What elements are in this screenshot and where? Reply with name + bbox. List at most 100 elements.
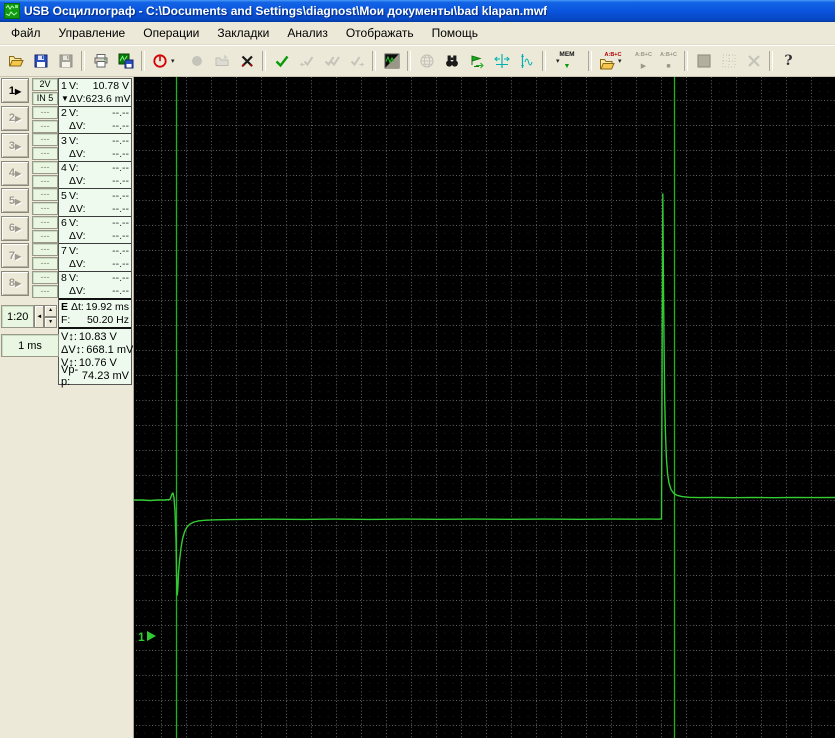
toolbar-separator xyxy=(588,51,592,71)
set-marker-button[interactable] xyxy=(464,50,489,73)
channel-8-range[interactable]: --- xyxy=(32,270,58,284)
export-image-button[interactable] xyxy=(113,50,138,73)
channel-arrow-icon: ▶ xyxy=(14,114,22,123)
channel-2-input[interactable]: --- xyxy=(32,119,58,133)
channel-readouts: 1 V: 10.78 V ▼ ΔV: 623.6 mV 2 V: --.-- ΔV: --.-- 3 V… xyxy=(59,79,131,300)
v-label: V: xyxy=(69,162,79,174)
channel-7-button[interactable]: 7▶ xyxy=(1,243,29,268)
memory-button[interactable]: MEM ▼ ▾ xyxy=(549,50,585,73)
horizontal-cursors-button[interactable] xyxy=(489,50,514,73)
toolbar-separator xyxy=(262,51,266,71)
help-button[interactable]: ? xyxy=(776,50,801,73)
channel-number: 8 xyxy=(61,272,67,284)
dv-label: ΔV: xyxy=(69,230,86,242)
menu-item-help[interactable]: Помощь xyxy=(423,23,487,43)
stat-row: Vp-p: 74.23 mV xyxy=(61,364,129,388)
open-file-button[interactable] xyxy=(3,50,28,73)
probe-scale-value[interactable]: 1:20 xyxy=(1,305,35,328)
menu-item-operations[interactable]: Операции xyxy=(134,23,208,43)
dv-label: ΔV: xyxy=(69,120,86,132)
channel-4-button[interactable]: 4▶ xyxy=(1,160,29,186)
clear-button xyxy=(741,50,766,73)
dt-label: Δt: xyxy=(70,301,84,314)
freq-value: 50.20 Hz xyxy=(86,313,129,326)
save-fragment-button xyxy=(53,50,78,73)
delete-marked-button[interactable] xyxy=(234,50,259,73)
dropdown-arrow-icon[interactable]: ▾ xyxy=(618,57,622,65)
channel-6-range[interactable]: --- xyxy=(32,215,58,229)
dv-value: --.-- xyxy=(112,230,129,242)
printer-icon xyxy=(93,53,109,69)
stats-block: V↕: 10.83 V ΔV↕: 668.1 mV V↕: 10.76 V Vp-p:… xyxy=(59,329,133,388)
channel-arrow-icon: ▶ xyxy=(14,279,22,288)
channel-1-trace xyxy=(134,193,835,596)
scale-left-button[interactable]: ◄ xyxy=(34,305,45,328)
channel-1-input[interactable]: IN 5 xyxy=(32,92,58,105)
channel-5-range[interactable]: --- xyxy=(32,188,58,201)
scale-down-button[interactable]: ▼ xyxy=(44,316,57,328)
channel-3-button[interactable]: 3▶ xyxy=(1,133,29,158)
menu-item-analysis[interactable]: Анализ xyxy=(278,23,337,43)
print-button[interactable] xyxy=(88,50,113,73)
channel-5-input[interactable]: --- xyxy=(32,202,58,215)
channel-8-button[interactable]: 8▶ xyxy=(1,270,29,296)
v-label: V: xyxy=(69,189,79,202)
plot-area[interactable]: 1 xyxy=(134,77,835,738)
channel-6-button[interactable]: 6▶ xyxy=(1,215,29,241)
channel-number: 6 xyxy=(61,217,67,229)
confirm-check-button[interactable] xyxy=(269,50,294,73)
globe-icon xyxy=(419,53,435,69)
dv-value: --.-- xyxy=(112,257,129,270)
snapshot-icon xyxy=(214,53,230,69)
grid-settings-button xyxy=(716,50,741,73)
v-value: --.-- xyxy=(112,217,129,229)
abc-load-label: A:B+C xyxy=(604,51,622,58)
channel-6-input[interactable]: --- xyxy=(32,229,58,243)
dv-value: 623.6 mV xyxy=(85,92,131,105)
channel-4-range[interactable]: --- xyxy=(32,160,58,174)
timebase-display[interactable]: 1 ms xyxy=(1,334,59,357)
v-value: --.-- xyxy=(112,272,129,284)
dv-label: ΔV: xyxy=(69,257,86,270)
abc-stop-glyph: ■ xyxy=(666,62,671,70)
power-icon xyxy=(152,53,168,69)
channel-4-input[interactable]: --- xyxy=(32,174,58,188)
search-button[interactable] xyxy=(439,50,464,73)
channel-1-ground-marker-label[interactable]: 1 xyxy=(138,630,145,644)
stat-value: 10.76 V xyxy=(78,356,117,369)
stat-label: ΔV↕: xyxy=(61,343,85,356)
save-file-button[interactable] xyxy=(28,50,53,73)
menu-item-bookmarks[interactable]: Закладки xyxy=(208,23,278,43)
abc-load-button[interactable]: A:B+C ▾ xyxy=(595,50,631,73)
scale-up-button[interactable]: ▲ xyxy=(44,305,57,317)
toolbar-separator xyxy=(141,51,145,71)
channel-1-ground-marker-icon[interactable] xyxy=(147,631,156,641)
dropdown-arrow-icon[interactable]: ▾ xyxy=(171,57,175,65)
dv-value: --.-- xyxy=(112,120,129,132)
menu-item-control[interactable]: Управление xyxy=(50,23,135,43)
channel-3-input[interactable]: --- xyxy=(32,147,58,160)
display-mode-button[interactable] xyxy=(379,50,404,73)
channel-7-input[interactable]: --- xyxy=(32,257,58,270)
channel-1-button[interactable]: 1▶ xyxy=(1,78,29,103)
menu-item-view[interactable]: Отображать xyxy=(337,23,423,43)
select-region-button[interactable] xyxy=(691,50,716,73)
start-stop-button[interactable]: ▾ xyxy=(148,50,184,73)
channel-5-readout: 5 V: --.-- ΔV: --.-- xyxy=(59,189,131,217)
toolbar-separator xyxy=(769,51,773,71)
channel-8-input[interactable]: --- xyxy=(32,284,58,298)
channel-5-button[interactable]: 5▶ xyxy=(1,188,29,213)
channel-2-button[interactable]: 2▶ xyxy=(1,105,29,131)
channel-8-readout: 8 V: --.-- ΔV: --.-- xyxy=(59,272,131,300)
marker-dt-row: E Δt: 19.92 ms xyxy=(61,301,129,314)
channel-1-range[interactable]: 2V xyxy=(32,78,58,91)
vertical-cursors-button[interactable] xyxy=(514,50,539,73)
channel-arrow-icon: ▶ xyxy=(14,169,22,178)
v-value: --.-- xyxy=(112,134,129,147)
menu-item-file[interactable]: Файл xyxy=(2,23,50,43)
channel-7-range[interactable]: --- xyxy=(32,243,58,256)
check-all-button xyxy=(319,50,344,73)
channel-4-readout: 4 V: --.-- ΔV: --.-- xyxy=(59,162,131,189)
channel-2-range[interactable]: --- xyxy=(32,105,58,119)
channel-3-range[interactable]: --- xyxy=(32,133,58,146)
